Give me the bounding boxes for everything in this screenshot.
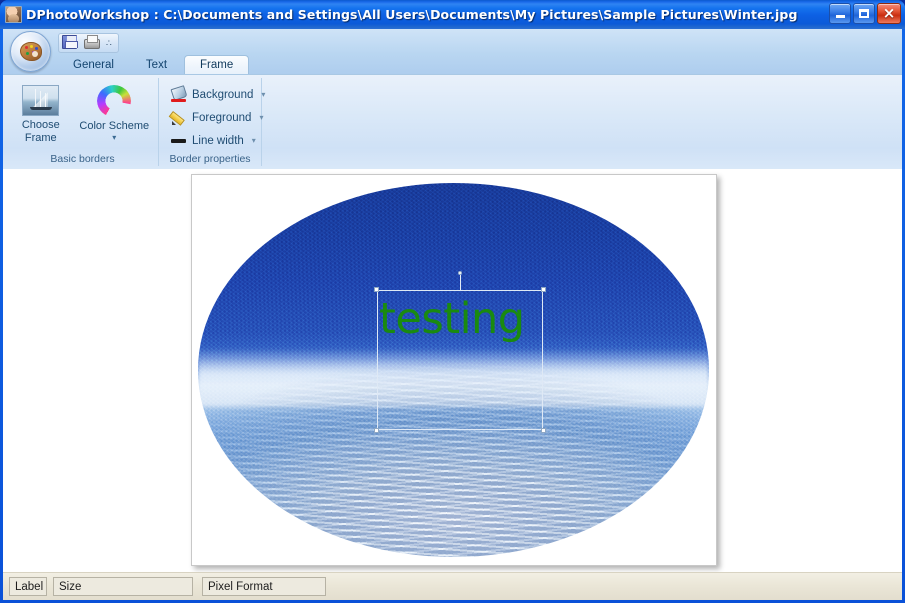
chevron-down-icon[interactable]: ▾ — [261, 90, 265, 99]
group-label-border-properties: Border properties — [169, 153, 251, 165]
background-label: Background — [192, 88, 254, 101]
rotation-stem — [460, 275, 461, 290]
tab-text[interactable]: Text — [131, 55, 182, 74]
close-button[interactable]: × — [877, 3, 901, 24]
chevron-down-icon[interactable]: ▾ — [112, 133, 116, 142]
line-width-button[interactable]: Line width ▾ — [167, 130, 269, 151]
color-scheme-label: Color Scheme — [79, 120, 150, 132]
close-icon: × — [882, 4, 896, 22]
paint-bucket-icon — [171, 87, 187, 102]
resize-handle-bottom-right[interactable] — [541, 428, 546, 433]
color-scheme-button[interactable]: Color Scheme ▾ — [73, 82, 156, 142]
choose-frame-label: Choose Frame — [22, 119, 60, 144]
status-pixel-format: Pixel Format — [202, 577, 326, 596]
chevron-down-icon[interactable]: ▾ — [259, 113, 263, 122]
group-items: Background ▾ Foreground ▾ Line width ▾ — [161, 78, 265, 152]
pencil-icon — [171, 110, 187, 125]
status-bar: Label Size Pixel Format — [3, 572, 902, 600]
foreground-label: Foreground — [192, 111, 252, 124]
print-button[interactable] — [83, 35, 100, 51]
text-object-content[interactable]: testing — [379, 293, 525, 345]
minimize-button[interactable] — [829, 3, 851, 24]
ribbon-group-border-properties: Background ▾ Foreground ▾ Line width ▾ B… — [159, 78, 265, 166]
palette-app-button[interactable] — [10, 31, 51, 72]
ribbon-header: ∴ General Text Frame — [3, 29, 902, 74]
group-items: Choose Frame Color Scheme ▾ — [9, 78, 156, 152]
ribbon: ∴ General Text Frame Choose Frame Color … — [3, 29, 902, 169]
status-size: Size — [53, 577, 193, 596]
resize-handle-top-right[interactable] — [541, 287, 546, 292]
line-width-label: Line width — [192, 134, 244, 147]
tab-frame[interactable]: Frame — [184, 55, 250, 74]
title-bar: DPhotoWorkshop : C:\Documents and Settin… — [0, 0, 905, 29]
ribbon-tabstrip: General Text Frame — [58, 54, 902, 74]
minimize-icon — [835, 15, 845, 18]
text-object-selection[interactable]: testing — [374, 271, 546, 433]
color-wheel-icon — [97, 85, 132, 117]
choose-frame-label-line1: Choose — [21, 119, 60, 131]
photo-paper[interactable]: testing — [191, 174, 717, 566]
resize-handle-top-left[interactable] — [374, 287, 379, 292]
choose-frame-label-line2: Frame — [24, 131, 57, 144]
background-button[interactable]: Background ▾ — [167, 84, 269, 105]
status-label: Label — [9, 577, 47, 596]
maximize-button[interactable] — [853, 3, 875, 24]
canvas-area[interactable]: testing — [3, 169, 902, 572]
line-width-icon — [171, 133, 187, 148]
ribbon-group-basic-borders: Choose Frame Color Scheme ▾ Basic border… — [7, 78, 159, 166]
app-window-icon — [5, 6, 22, 23]
ribbon-body: Choose Frame Color Scheme ▾ Basic border… — [3, 74, 902, 169]
quick-access-more-icon[interactable]: ∴ — [106, 38, 112, 48]
printer-icon — [83, 35, 100, 49]
floppy-disk-icon — [62, 35, 78, 49]
border-properties-list: Background ▾ Foreground ▾ Line width ▾ — [161, 82, 271, 151]
maximize-icon — [859, 9, 869, 18]
window-controls: × — [829, 3, 901, 24]
chevron-down-icon[interactable]: ▾ — [252, 136, 256, 145]
application-window: DPhotoWorkshop : C:\Documents and Settin… — [0, 0, 905, 603]
tab-general[interactable]: General — [58, 55, 129, 74]
quick-access-toolbar: ∴ — [58, 33, 119, 53]
rotation-handle[interactable] — [458, 271, 462, 275]
window-title: DPhotoWorkshop : C:\Documents and Settin… — [26, 7, 798, 22]
palette-icon — [19, 42, 42, 61]
resize-handle-bottom-left[interactable] — [374, 428, 379, 433]
choose-frame-button[interactable]: Choose Frame — [9, 82, 73, 144]
foreground-button[interactable]: Foreground ▾ — [167, 107, 269, 128]
save-button[interactable] — [62, 35, 79, 51]
sailboat-thumbnail-icon — [22, 85, 60, 116]
group-label-basic-borders: Basic borders — [50, 153, 115, 165]
